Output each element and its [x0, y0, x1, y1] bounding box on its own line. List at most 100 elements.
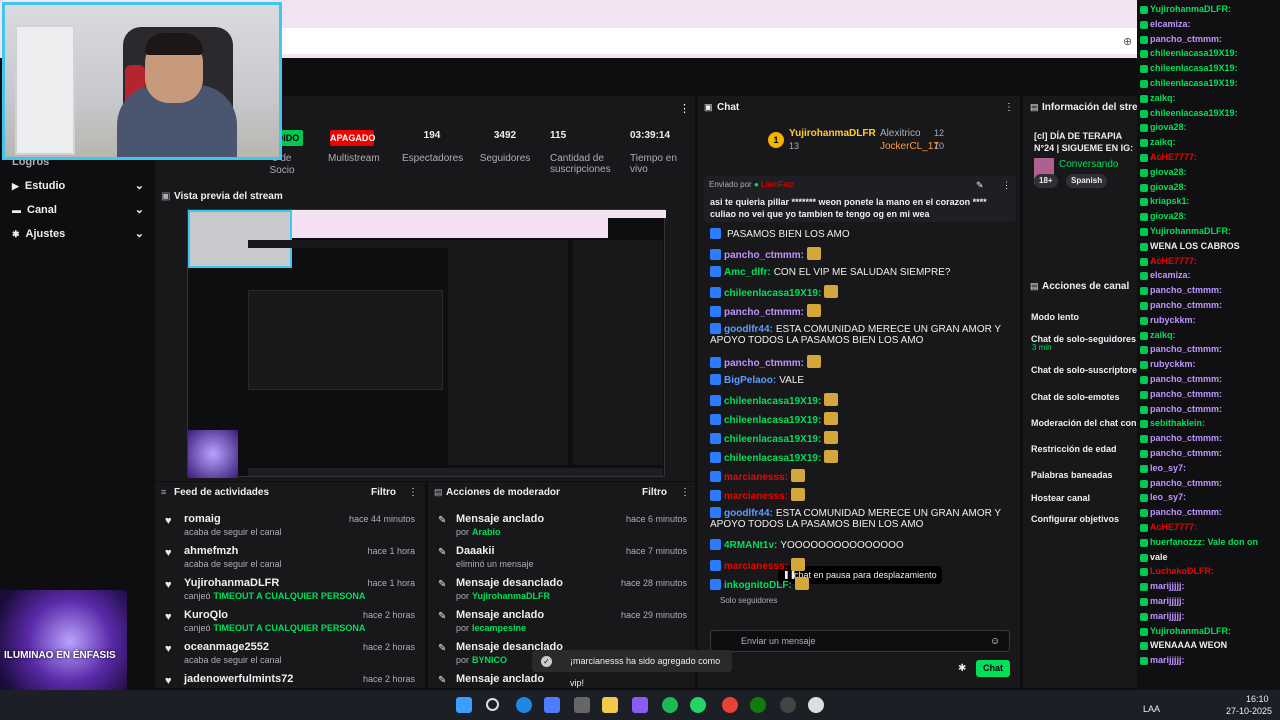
- mod-item-name[interactable]: Mensaje desanclado: [456, 641, 563, 653]
- windows-start-icon[interactable]: [456, 697, 472, 713]
- emote-bar[interactable]: [710, 608, 1010, 626]
- chat-message[interactable]: pancho_ctmmm:: [710, 355, 1010, 369]
- feed-item-desc: [184, 687, 187, 697]
- browser-address-bar[interactable]: [280, 28, 1137, 54]
- mod-item-name[interactable]: Daaakii: [456, 545, 495, 557]
- pinned-text: asi te quieria pillar ******* weon ponet…: [710, 197, 987, 219]
- channel-action-item[interactable]: Moderación del chat con IA: [1031, 418, 1137, 428]
- feed-item-name[interactable]: romaig: [184, 513, 221, 525]
- multistream-status-badge[interactable]: APAGADO: [330, 130, 375, 146]
- chat-message[interactable]: chileenlacasa19X19:: [710, 285, 1010, 299]
- emote-icon: [824, 412, 839, 425]
- overlay-chat-message: AcHE7777:: [1140, 152, 1197, 162]
- channel-action-item[interactable]: Hostear canal: [1031, 493, 1137, 503]
- chat-message[interactable]: pancho_ctmmm:: [710, 247, 1010, 261]
- zoom-icon[interactable]: ⊕: [1123, 35, 1132, 48]
- mod-item-desc: por BYNICO: [456, 655, 508, 665]
- badge-icon: [1140, 257, 1148, 266]
- chat-message[interactable]: Amc_dlfr: CON EL VIP ME SALUDAN SIEMPRE?: [710, 266, 1010, 278]
- send-chat-button[interactable]: Chat: [976, 660, 1010, 677]
- emote-icon: [824, 431, 839, 444]
- clock-time[interactable]: 16:10: [1246, 694, 1269, 704]
- badge-icon: [1140, 568, 1148, 577]
- stream-tag[interactable]: Spanish: [1066, 174, 1108, 188]
- chat-message[interactable]: inkognitoDLF:: [710, 577, 1010, 591]
- chat-message[interactable]: chileenlacasa19X19:: [710, 431, 1010, 445]
- stat-live-time: 03:39:14 Tiempo en vivo: [630, 130, 677, 175]
- chat-message[interactable]: marcianesss:: [710, 469, 1010, 483]
- channel-action-item[interactable]: Chat de solo-emotes: [1031, 392, 1137, 402]
- overlay-chat-message: giova28:: [1140, 122, 1187, 133]
- promo-text: ILUMINAO EN ÉNFASIS: [4, 650, 116, 661]
- feed-item-name[interactable]: ahmefmzh: [184, 545, 238, 557]
- channel-action-item[interactable]: Configurar objetivos: [1031, 514, 1137, 524]
- chrome-icon[interactable]: [722, 697, 738, 713]
- folder-icon[interactable]: [602, 697, 618, 713]
- stats-menu-icon[interactable]: ⋮: [679, 102, 690, 115]
- editor-icon[interactable]: [632, 697, 648, 713]
- stream-preview-video[interactable]: [187, 209, 666, 478]
- language-indicator[interactable]: LAA: [1143, 704, 1160, 714]
- chat-message[interactable]: 4RMANt1v: YOOOOOOOOOOOOOOO: [710, 539, 1010, 551]
- xbox-icon[interactable]: [750, 697, 766, 713]
- chat-message[interactable]: chileenlacasa19X19:: [710, 393, 1010, 407]
- feed-item-name[interactable]: jadenowerfulmints72: [184, 673, 293, 685]
- feed-item-name[interactable]: YujirohanmaDLFR: [184, 577, 279, 589]
- whatsapp-icon[interactable]: [690, 697, 706, 713]
- category-name[interactable]: Conversando: [1059, 159, 1118, 170]
- mod-item-time: hace 7 minutos: [625, 546, 687, 556]
- mod-menu-icon[interactable]: ⋮: [680, 487, 690, 498]
- pinned-menu-icon[interactable]: ⋮: [1002, 180, 1011, 191]
- channel-action-item[interactable]: Palabras baneadas: [1031, 470, 1137, 480]
- pin-icon: ✎: [438, 579, 447, 590]
- heart-icon: ♥: [165, 515, 172, 527]
- leaderboard-first: YujirohanmaDLFR: [789, 128, 876, 139]
- channel-action-item[interactable]: Restricción de edad: [1031, 444, 1137, 454]
- channel-action-item[interactable]: Chat de solo-suscriptores: [1031, 365, 1137, 375]
- chat-message[interactable]: goodlfr44: ESTA COMUNIDAD MERECE UN GRAN …: [710, 323, 1010, 346]
- feed-menu-icon[interactable]: ⋮: [408, 487, 418, 498]
- feed-filter-button[interactable]: Filtro: [371, 487, 396, 498]
- chat-message[interactable]: BigPelaoo: VALE: [710, 374, 1010, 386]
- mod-item-name[interactable]: Mensaje anclado: [456, 609, 544, 621]
- settings-gear-icon[interactable]: ✱: [958, 663, 966, 674]
- chat-message[interactable]: PASAMOS BIEN LOS AMO: [710, 228, 1010, 240]
- app-icon[interactable]: [574, 697, 590, 713]
- feed-item-name[interactable]: KuroQlo: [184, 609, 228, 621]
- sidebar-item-canal[interactable]: ▬ Canal ⌄: [12, 204, 144, 216]
- media-icon[interactable]: [808, 697, 824, 713]
- channel-action-item[interactable]: Modo lento: [1031, 312, 1137, 322]
- pin-icon[interactable]: ✎: [976, 180, 984, 191]
- chat-message[interactable]: chileenlacasa19X19:: [710, 412, 1010, 426]
- stream-title[interactable]: [cl] DÍA DE TERAPIA N°24 | SIGUEME EN IG…: [1034, 130, 1137, 154]
- chat-message-input[interactable]: Enviar un mensaje: [710, 630, 1010, 652]
- feed-item-name[interactable]: oceanmage2552: [184, 641, 269, 653]
- chat-message[interactable]: marcianesss:: [710, 488, 1010, 502]
- obs-icon[interactable]: [780, 697, 796, 713]
- pinned-sender: Enviado por ● LitenFatz: [709, 180, 794, 189]
- chat-menu-icon[interactable]: ⋮: [1004, 102, 1014, 113]
- overlay-chat-message: zaikq:: [1140, 137, 1176, 148]
- mod-item-name[interactable]: Mensaje desanclado: [456, 577, 563, 589]
- chat-message[interactable]: goodlfr44: ESTA COMUNIDAD MERECE UN GRAN …: [710, 507, 1010, 530]
- badge-icon: [1140, 583, 1148, 592]
- overlay-chat-message: kriapsk1:: [1140, 196, 1190, 207]
- stream-tag[interactable]: 18+: [1034, 174, 1058, 188]
- chat-message[interactable]: pancho_ctmmm:: [710, 304, 1010, 318]
- clock-date[interactable]: 27-10-2025: [1226, 706, 1272, 716]
- edge-icon[interactable]: [516, 697, 532, 713]
- mod-filter-button[interactable]: Filtro: [642, 487, 667, 498]
- mod-item-name[interactable]: Mensaje anclado: [456, 673, 544, 685]
- search-icon[interactable]: [486, 698, 499, 711]
- spotify-icon[interactable]: [662, 697, 678, 713]
- channel-action-item[interactable]: Chat de solo-seguidores: [1031, 334, 1137, 344]
- store-icon[interactable]: [544, 697, 560, 713]
- chat-message[interactable]: marcianesss:: [710, 558, 1010, 572]
- badge-icon: [1140, 198, 1148, 207]
- sidebar-item-estudio[interactable]: ▶ Estudio ⌄: [12, 180, 144, 192]
- badge-icon: [710, 249, 721, 260]
- sidebar-item-ajustes[interactable]: ✱ Ajustes ⌄: [12, 228, 144, 240]
- emoji-icon[interactable]: ☺: [990, 636, 1000, 647]
- chat-message[interactable]: chileenlacasa19X19:: [710, 450, 1010, 464]
- mod-item-name[interactable]: Mensaje anclado: [456, 513, 544, 525]
